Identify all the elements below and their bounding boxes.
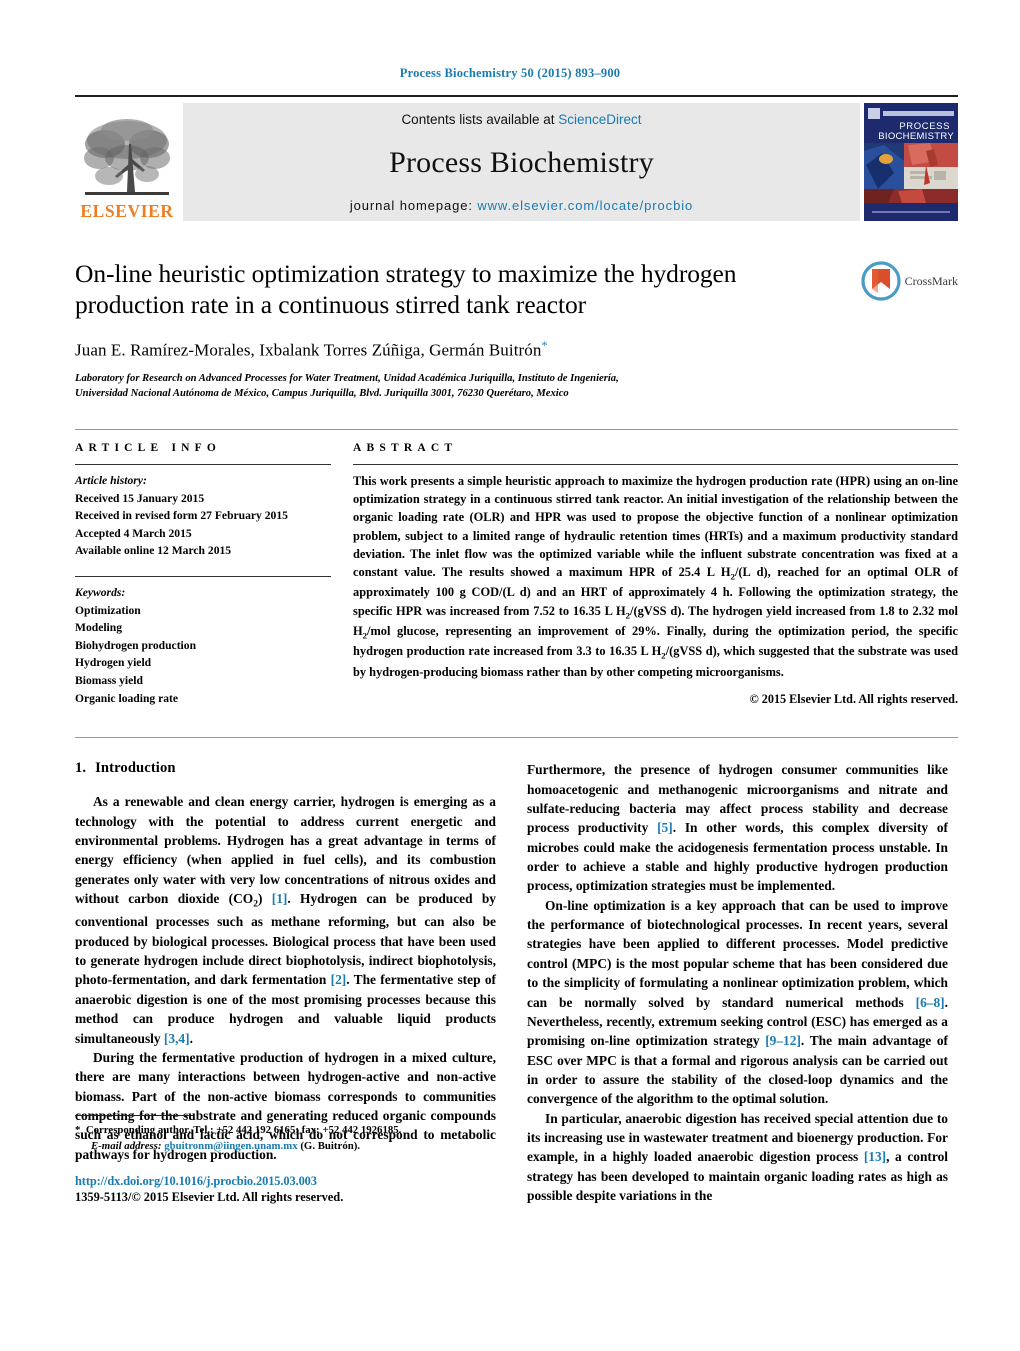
article-info-column: ARTICLE INFO Article history: Received 1… — [75, 442, 331, 707]
page-title: On-line heuristic optimization strategy … — [75, 259, 737, 319]
email-suffix: (G. Buitrón). — [300, 1139, 361, 1152]
article-page: Process Biochemistry 50 (2015) 893–900 E… — [0, 0, 1020, 1351]
author-names: Juan E. Ramírez-Morales, Ixbalank Torres… — [75, 340, 542, 360]
corresponding-author-marker: * — [541, 338, 548, 353]
abstract-column: ABSTRACT This work presents a simple heu… — [353, 442, 958, 707]
affiliation-line-2: Universidad Nacional Autónoma de México,… — [75, 387, 569, 399]
journal-title: Process Biochemistry — [389, 146, 654, 179]
footer-block: http://dx.doi.org/10.1016/j.procbio.2015… — [75, 1174, 496, 1205]
divider — [75, 575, 331, 577]
crossmark-badge[interactable]: CrossMark — [861, 261, 958, 301]
email-link[interactable]: gbuitronm@iingen.unam.mx — [164, 1140, 297, 1152]
footnote-corresponding: * Corresponding author. Tel.: +52 442 19… — [75, 1123, 496, 1139]
text-seg: . — [189, 1030, 193, 1046]
journal-cover-thumbnail: PROCESS BIOCHEMISTRY — [864, 103, 958, 221]
journal-masthead: ELSEVIER Contents lists available at Sci… — [75, 95, 958, 221]
text-seg: On-line optimization is a key approach t… — [527, 897, 948, 1010]
doi-link[interactable]: http://dx.doi.org/10.1016/j.procbio.2015… — [75, 1174, 496, 1189]
history-item: Available online 12 March 2015 — [75, 544, 232, 558]
keyword-item: Biomass yield — [75, 674, 143, 687]
history-item: Received 15 January 2015 — [75, 491, 205, 505]
sciencedirect-link[interactable]: ScienceDirect — [558, 112, 641, 127]
paragraph: In particular, anaerobic digestion has r… — [527, 1109, 948, 1206]
email-label: E-mail address: — [91, 1139, 162, 1152]
citation-ref[interactable]: [5] — [657, 820, 673, 835]
citation-ref[interactable]: [2] — [331, 972, 347, 987]
abstract-seg: This work presents a simple heuristic ap… — [353, 473, 958, 580]
history-item: Received in revised form 27 February 201… — [75, 509, 288, 523]
journal-homepage-line: journal homepage: www.elsevier.com/locat… — [350, 198, 693, 213]
keyword-item: Modeling — [75, 621, 123, 635]
journal-homepage-link[interactable]: www.elsevier.com/locate/procbio — [477, 198, 693, 213]
info-abstract-section: ARTICLE INFO Article history: Received 1… — [75, 428, 958, 707]
section-heading-introduction: 1. Introduction — [75, 760, 496, 777]
elsevier-tree-logo — [84, 118, 170, 195]
keywords-label: Keywords: — [75, 585, 126, 599]
issn-copyright: 1359-5113/© 2015 Elsevier Ltd. All right… — [75, 1190, 344, 1205]
elsevier-logo: ELSEVIER — [75, 103, 179, 221]
contents-available-line: Contents lists available at ScienceDirec… — [401, 112, 641, 127]
article-history-label: Article history: — [75, 473, 147, 487]
abstract-heading: ABSTRACT — [353, 441, 458, 454]
affiliation: Laboratory for Research on Advanced Proc… — [75, 371, 775, 401]
author-list: Juan E. Ramírez-Morales, Ixbalank Torres… — [75, 338, 958, 361]
homepage-prefix: journal homepage: — [349, 198, 478, 213]
footnote-divider — [75, 1115, 193, 1117]
affiliation-line-1: Laboratory for Research on Advanced Proc… — [75, 372, 619, 384]
copyright-line: © 2015 Elsevier Ltd. All rights reserved… — [749, 692, 958, 707]
section-title: Introduction — [95, 760, 176, 777]
citation-ref[interactable]: [9–12] — [765, 1033, 801, 1048]
crossmark-label: CrossMark — [904, 273, 958, 288]
keyword-item: Hydrogen yield — [75, 656, 152, 670]
footnote-email: E-mail address: gbuitronm@iingen.unam.mx… — [75, 1139, 496, 1155]
body-columns: 1. Introduction As a renewable and clean … — [75, 737, 958, 1205]
keyword-item: Biohydrogen production — [75, 638, 197, 652]
divider — [75, 463, 331, 465]
citation-ref[interactable]: [3,4] — [164, 1031, 190, 1046]
citation-ref[interactable]: [1] — [272, 891, 288, 906]
divider — [353, 463, 958, 465]
keyword-item: Optimization — [75, 603, 141, 617]
svg-text:BIOCHEMISTRY: BIOCHEMISTRY — [878, 131, 954, 142]
paragraph: As a renewable and clean energy carrier,… — [75, 792, 496, 1048]
citation-ref[interactable]: [13] — [864, 1149, 886, 1164]
keyword-item: Organic loading rate — [75, 691, 179, 705]
paragraph: On-line optimization is a key approach t… — [527, 896, 948, 1109]
journal-cover-art: PROCESS BIOCHEMISTRY — [864, 103, 958, 221]
running-head: Process Biochemistry 50 (2015) 893–900 — [399, 66, 621, 80]
title-block: CrossMark On-line heuristic optimization… — [75, 259, 958, 401]
section-number: 1. — [75, 760, 87, 777]
article-info-heading: ARTICLE INFO — [75, 441, 222, 454]
text-seg: As a renewable and clean energy carrier,… — [75, 794, 496, 907]
elsevier-wordmark: ELSEVIER — [80, 200, 174, 221]
footnote-star: * — [75, 1124, 81, 1137]
abstract-text: This work presents a simple heuristic ap… — [353, 472, 958, 681]
citation-ref[interactable]: [6–8] — [916, 995, 945, 1010]
footnote-text: Corresponding author. Tel.: +52 442 192 … — [85, 1124, 402, 1137]
body-column-left: 1. Introduction As a renewable and clean … — [75, 760, 496, 1205]
history-item: Accepted 4 March 2015 — [75, 526, 192, 540]
paragraph: Furthermore, the presence of hydrogen co… — [527, 760, 948, 896]
text-seg: ) — [257, 891, 272, 907]
contents-prefix: Contents lists available at — [401, 112, 559, 127]
journal-band: Contents lists available at ScienceDirec… — [183, 103, 860, 221]
body-column-right: Furthermore, the presence of hydrogen co… — [527, 760, 948, 1205]
footnote-block: * Corresponding author. Tel.: +52 442 19… — [75, 1115, 496, 1205]
crossmark-icon — [861, 261, 901, 301]
